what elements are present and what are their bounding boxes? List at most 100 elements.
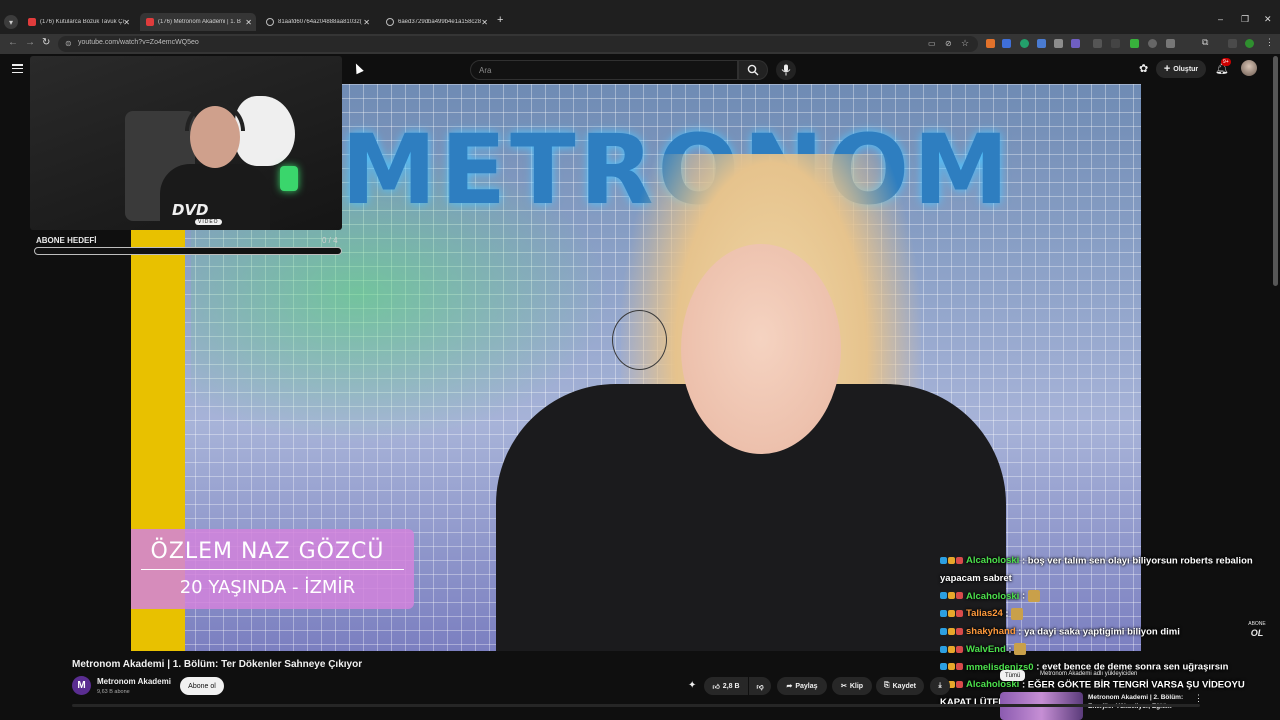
badge-icon	[956, 592, 963, 600]
chat-username[interactable]: Alcaholoski	[966, 591, 1019, 602]
badge-icon	[956, 627, 963, 635]
maximize-button[interactable]: ❐	[1241, 14, 1249, 25]
extension-icon[interactable]	[1093, 39, 1102, 48]
ring-decoration	[612, 310, 667, 370]
more-options-icon[interactable]: ⋮	[1194, 693, 1203, 704]
extension-icon[interactable]	[1037, 39, 1046, 48]
chat-message: Alcaholoski :	[940, 587, 1270, 605]
bookmark-star-icon[interactable]: ☆	[961, 38, 969, 49]
extensions-puzzle-icon[interactable]: ⧉	[1202, 37, 1208, 48]
browser-tab[interactable]: 81aafd60764a204888aa81032( ✕	[260, 14, 374, 30]
browser-tab[interactable]: 6aed3729dba499b4e1a158c28 ✕	[380, 14, 492, 30]
address-bar[interactable]: ⊜ youtube.com/watch?v=Zo4emcWQ5eo ▭ ⊘ ☆	[58, 36, 978, 52]
description-box-edge	[72, 704, 1200, 707]
gear-icon[interactable]: ✿	[1139, 62, 1148, 75]
close-icon[interactable]: ✕	[481, 18, 488, 27]
channel-name[interactable]: Metronom Akademi	[97, 677, 171, 686]
page-scrollbar[interactable]	[1273, 56, 1278, 286]
extension-icon[interactable]	[1130, 39, 1139, 48]
eye-off-icon[interactable]: ⊘	[945, 39, 952, 48]
create-button[interactable]: + Oluştur	[1156, 60, 1206, 78]
filter-chip-all[interactable]: Tümü	[1000, 670, 1026, 681]
badge-icon	[956, 645, 963, 653]
download-button[interactable]: ⤓	[930, 677, 950, 695]
sparkle-icon[interactable]: ✦	[688, 680, 696, 691]
like-button[interactable]: 👍︎ 2,8 B	[704, 677, 748, 695]
chat-badges	[940, 552, 964, 570]
voice-search-button[interactable]	[776, 60, 796, 80]
chat-username[interactable]: Alcaholoski	[966, 679, 1019, 690]
tab-label: 81aafd60764a204888aa81032(	[278, 19, 362, 25]
search-button[interactable]	[738, 60, 768, 80]
minimize-button[interactable]: –	[1218, 14, 1223, 24]
site-info-icon[interactable]: ⊜	[65, 39, 72, 48]
dislike-button[interactable]: 👎︎	[749, 677, 771, 695]
extension-icon[interactable]	[1148, 39, 1157, 48]
close-window-button[interactable]: ✕	[1264, 14, 1272, 25]
subscriber-goal-count: 0 / 4	[322, 236, 338, 245]
badge-icon	[956, 663, 963, 671]
chat-username[interactable]: WalvEnd	[966, 644, 1006, 655]
badge-icon	[940, 645, 947, 653]
menu-icon[interactable]	[12, 64, 23, 74]
tab-label: 6aed3729dba499b4e1a158c28	[398, 19, 482, 25]
tab-search-button[interactable]: ▾	[4, 15, 18, 29]
clip-label: Klip	[849, 682, 864, 690]
chat-message: WalvEnd :	[940, 641, 1270, 659]
badge-icon	[940, 627, 947, 635]
extension-icon[interactable]	[1020, 39, 1029, 48]
filter-chip-uploader[interactable]: Metronom Akademi adlı yükleyiciden	[1040, 671, 1137, 677]
search-input[interactable]	[479, 65, 729, 76]
chat-separator: :	[1005, 643, 1015, 655]
subscribe-button[interactable]: Abone ol	[180, 677, 224, 695]
subscriber-goal-bar	[34, 247, 342, 255]
rgb-light	[280, 166, 298, 191]
browser-tab[interactable]: (176) Kutularca Bozuk Tavuk Çi ✕	[22, 14, 134, 30]
watermark-main-text: OL	[1250, 628, 1264, 638]
chat-username[interactable]: shakyhand	[966, 626, 1016, 637]
close-icon[interactable]: ✕	[123, 18, 130, 27]
extension-icon[interactable]	[1071, 39, 1080, 48]
extension-icon[interactable]	[986, 39, 995, 48]
extension-icon[interactable]	[1054, 39, 1063, 48]
thumbs-down-icon: 👎︎	[756, 683, 764, 691]
chat-badges	[940, 641, 964, 659]
badge-icon	[948, 610, 955, 618]
reload-icon[interactable]: ↻	[42, 37, 50, 48]
profile-icon[interactable]	[1245, 39, 1254, 48]
close-icon[interactable]: ✕	[245, 18, 252, 27]
chat-username[interactable]: Alcaholoski	[966, 555, 1019, 566]
back-icon[interactable]: ←	[8, 37, 18, 48]
avatar[interactable]	[1241, 60, 1257, 76]
clip-button[interactable]: ✂ Klip	[832, 677, 872, 695]
kebab-menu-icon[interactable]: ⋮	[1265, 37, 1274, 48]
dvd-logo-sub: VIDEO	[195, 219, 222, 225]
guest-face	[681, 244, 841, 454]
cast-icon[interactable]: ▭	[928, 39, 936, 48]
chat-separator: :	[1015, 626, 1025, 638]
chat-username[interactable]: Talias24	[966, 608, 1003, 619]
extension-icon[interactable]	[1228, 39, 1237, 48]
chat-separator: :	[1019, 555, 1028, 567]
browser-tab-active[interactable]: (176) Metronom Akademi | 1. B ✕	[140, 13, 256, 31]
chat-text: ya dayi saka yaptigimi biliyon dimi	[1024, 626, 1180, 638]
recommendation-title[interactable]: Metronom Akademi | 2. Bölüm: Enerjiler Y…	[1088, 693, 1188, 711]
chat-overlay: Alcaholoski : boş ver talım sen olayı bi…	[940, 552, 1270, 711]
badge-icon	[948, 556, 955, 564]
microphone-icon	[781, 64, 791, 76]
channel-avatar[interactable]: M	[72, 676, 91, 695]
extension-icon[interactable]	[1111, 39, 1120, 48]
like-count: 2,8 B	[722, 682, 740, 690]
close-icon[interactable]: ✕	[363, 18, 370, 27]
share-button[interactable]: ➦ Paylaş	[777, 677, 827, 695]
url-text[interactable]: youtube.com/watch?v=Zo4emcWQ5eo	[78, 39, 199, 46]
browser-toolbar: ← → ↻ ⊜ youtube.com/watch?v=Zo4emcWQ5eo …	[0, 34, 1280, 54]
extension-icon[interactable]	[1166, 39, 1175, 48]
chat-separator: :	[1019, 590, 1028, 602]
subscriber-goal-label: ABONE HEDEFİ	[36, 236, 97, 245]
new-tab-button[interactable]: +	[497, 14, 503, 26]
save-button[interactable]: ⎘ Kaydet	[876, 677, 924, 695]
browser-tab-strip: ▾ (176) Kutularca Bozuk Tavuk Çi ✕ (176)…	[0, 0, 1280, 34]
extension-icon[interactable]	[1002, 39, 1011, 48]
forward-icon[interactable]: →	[25, 37, 35, 48]
